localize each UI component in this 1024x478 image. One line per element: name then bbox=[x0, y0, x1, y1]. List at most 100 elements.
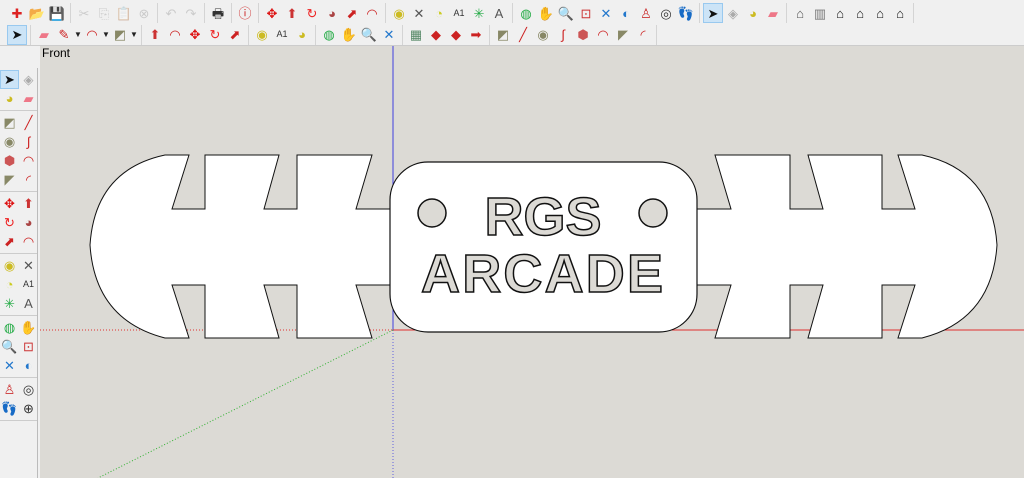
position-camera-button[interactable]: ♙ bbox=[636, 3, 656, 23]
orbit-button[interactable]: ◍ bbox=[516, 3, 536, 23]
circle-button[interactable]: ◉ bbox=[0, 132, 19, 151]
rotate-button[interactable]: ↻ bbox=[0, 213, 19, 232]
two-point-arc-button[interactable]: ◜ bbox=[19, 170, 38, 189]
paint-bucket-button[interactable]: ◕ bbox=[743, 3, 763, 23]
protractor-button[interactable]: ◔ bbox=[429, 3, 449, 23]
move-button[interactable]: ✥ bbox=[0, 194, 19, 213]
make-component-button[interactable]: ◈ bbox=[723, 3, 743, 23]
text-button[interactable]: A1 bbox=[272, 25, 292, 45]
dropdown-arrow-icon[interactable]: ▼ bbox=[130, 30, 138, 39]
move-button[interactable]: ✥ bbox=[262, 3, 282, 23]
pencil-button[interactable]: ✎ bbox=[54, 25, 74, 45]
3d-warehouse-button[interactable]: ▦ bbox=[406, 25, 426, 45]
walk-button[interactable]: 👣 bbox=[676, 3, 696, 23]
zoom-button[interactable]: 🔍 bbox=[0, 337, 19, 356]
look-around-button[interactable]: ◎ bbox=[656, 3, 676, 23]
rotate-button[interactable]: ↻ bbox=[302, 3, 322, 23]
paste-button[interactable]: 📋 bbox=[114, 3, 134, 23]
line-button[interactable]: ╱ bbox=[19, 113, 38, 132]
paint-bucket-button[interactable]: ◕ bbox=[292, 25, 312, 45]
pan-button[interactable]: ✋ bbox=[339, 25, 359, 45]
zoom-extents-button[interactable]: ✕ bbox=[0, 356, 19, 375]
offset-button[interactable]: ◠ bbox=[165, 25, 185, 45]
text-button[interactable]: A1 bbox=[19, 275, 38, 294]
zoom-window-button[interactable]: ⊡ bbox=[19, 337, 38, 356]
dimension-button[interactable]: ✕ bbox=[19, 256, 38, 275]
previous-view-button[interactable]: ◐ bbox=[616, 3, 636, 23]
push-pull-button[interactable]: ⬆ bbox=[19, 194, 38, 213]
rectangle-button[interactable]: ◩ bbox=[493, 25, 513, 45]
undo-button[interactable]: ↶ bbox=[161, 3, 181, 23]
drawing-viewport[interactable]: RGS ARCADE Front bbox=[40, 46, 1024, 478]
model-canvas[interactable]: RGS ARCADE bbox=[40, 46, 1024, 478]
axes-button[interactable]: ✳ bbox=[0, 294, 19, 313]
rotate-button[interactable]: ↻ bbox=[205, 25, 225, 45]
select-button[interactable]: ➤ bbox=[7, 24, 27, 45]
protractor-button[interactable]: ◔ bbox=[0, 275, 19, 294]
scale-button[interactable]: ⬈ bbox=[225, 25, 245, 45]
eraser-button[interactable]: ▰ bbox=[19, 89, 38, 108]
section-plane-button[interactable]: ⊕ bbox=[19, 399, 38, 418]
tape-measure-button[interactable]: ◉ bbox=[389, 3, 409, 23]
two-point-arc-button[interactable]: ◜ bbox=[633, 25, 653, 45]
save-button[interactable]: 💾 bbox=[47, 3, 67, 23]
print-button[interactable]: 🖶 bbox=[208, 3, 228, 23]
axes-button[interactable]: ✳ bbox=[469, 3, 489, 23]
dropdown-arrow-icon[interactable]: ▼ bbox=[74, 30, 82, 39]
walk-button[interactable]: 👣 bbox=[0, 399, 19, 418]
select-button[interactable]: ➤ bbox=[0, 70, 19, 89]
3d-text-button[interactable]: A bbox=[19, 294, 38, 313]
offset-button[interactable]: ◠ bbox=[362, 3, 382, 23]
look-around-button[interactable]: ◎ bbox=[19, 380, 38, 399]
polygon-button[interactable]: ⬢ bbox=[0, 151, 19, 170]
polygon-button[interactable]: ⬢ bbox=[573, 25, 593, 45]
zoom-extents-button[interactable]: ✕ bbox=[379, 25, 399, 45]
arc-button[interactable]: ◠ bbox=[593, 25, 613, 45]
back-view-button[interactable]: ⌂ bbox=[870, 3, 890, 23]
front-view-button[interactable]: ⌂ bbox=[830, 3, 850, 23]
orbit-button[interactable]: ◍ bbox=[0, 318, 19, 337]
pan-button[interactable]: ✋ bbox=[536, 3, 556, 23]
top-view-button[interactable]: ▥ bbox=[810, 3, 830, 23]
offset-button[interactable]: ◠ bbox=[19, 232, 38, 251]
3d-text-button[interactable]: A bbox=[489, 3, 509, 23]
zoom-extents-button[interactable]: ✕ bbox=[596, 3, 616, 23]
freehand-button[interactable]: ∫ bbox=[553, 25, 573, 45]
send-to-layout-button[interactable]: ➡ bbox=[466, 25, 486, 45]
previous-view-button[interactable]: ◐ bbox=[19, 356, 38, 375]
line-button[interactable]: ╱ bbox=[513, 25, 533, 45]
cut-button[interactable]: ✂ bbox=[74, 3, 94, 23]
new-file-button[interactable]: ✚ bbox=[7, 3, 27, 23]
push-pull-button[interactable]: ⬆ bbox=[282, 3, 302, 23]
arc-button[interactable]: ◠ bbox=[82, 25, 102, 45]
freehand-button[interactable]: ∫ bbox=[19, 132, 38, 151]
paint-bucket-button[interactable]: ◕ bbox=[0, 89, 19, 108]
rectangle-button[interactable]: ◩ bbox=[110, 25, 130, 45]
open-folder-button[interactable]: 📂 bbox=[27, 3, 47, 23]
move-button[interactable]: ✥ bbox=[185, 25, 205, 45]
tape-measure-button[interactable]: ◉ bbox=[252, 25, 272, 45]
scale-button[interactable]: ⬈ bbox=[342, 3, 362, 23]
pie-button[interactable]: ◤ bbox=[613, 25, 633, 45]
redo-button[interactable]: ↷ bbox=[181, 3, 201, 23]
zoom-window-button[interactable]: ⊡ bbox=[576, 3, 596, 23]
iso-view-button[interactable]: ⌂ bbox=[790, 3, 810, 23]
share-model-button[interactable]: ◆ bbox=[446, 25, 466, 45]
zoom-button[interactable]: 🔍 bbox=[556, 3, 576, 23]
position-camera-button[interactable]: ♙ bbox=[0, 380, 19, 399]
model-info-button[interactable]: ⓘ bbox=[235, 3, 255, 23]
select-button[interactable]: ➤ bbox=[703, 3, 723, 23]
follow-me-button[interactable]: ◕ bbox=[19, 213, 38, 232]
scale-button[interactable]: ⬈ bbox=[0, 232, 19, 251]
rectangle-button[interactable]: ◩ bbox=[0, 113, 19, 132]
orbit-button[interactable]: ◍ bbox=[319, 25, 339, 45]
arc-button[interactable]: ◠ bbox=[19, 151, 38, 170]
make-component-button[interactable]: ◈ bbox=[19, 70, 38, 89]
tape-measure-button[interactable]: ◉ bbox=[0, 256, 19, 275]
left-strap[interactable] bbox=[89, 154, 396, 339]
right-strap[interactable] bbox=[691, 154, 998, 339]
dimension-button[interactable]: ✕ bbox=[409, 3, 429, 23]
text-button[interactable]: A1 bbox=[449, 3, 469, 23]
eraser-button[interactable]: ▰ bbox=[34, 25, 54, 45]
pan-button[interactable]: ✋ bbox=[19, 318, 38, 337]
